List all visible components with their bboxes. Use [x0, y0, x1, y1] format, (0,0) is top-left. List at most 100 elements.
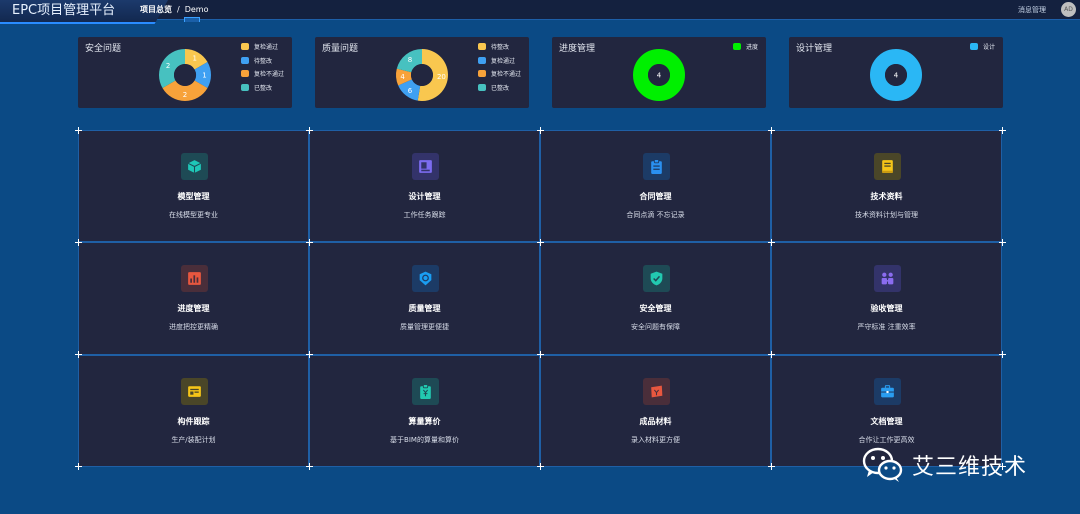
chart-legend: 设计: [969, 40, 995, 54]
chart-legend: 待整改复检通过复检不通过已整改: [478, 40, 521, 94]
legend-item[interactable]: 复检通过: [478, 54, 521, 68]
donut-value-label: 20: [437, 73, 446, 81]
grid-corner-marker: [305, 351, 313, 359]
quality-badge-icon: [412, 265, 439, 293]
donut-value-label: 4: [894, 72, 899, 80]
module-title: 验收管理: [870, 304, 903, 314]
donut-center: [411, 64, 433, 86]
module-grid: 模型管理 在线模型更专业 设计管理 工作任务跟踪 合同管理 合同点滴 不忘记录 技术资料 技术…: [74, 126, 1006, 471]
legend-swatch: [478, 56, 486, 64]
module-tile[interactable]: 安全管理 安全问题有保障: [540, 242, 771, 355]
legend-swatch: [241, 56, 249, 64]
module-tile[interactable]: 进度管理进度把控更精确: [78, 242, 309, 355]
grid-corner-marker: [767, 463, 775, 471]
module-title: 成品材料: [639, 416, 672, 426]
grid-corner-marker: [767, 126, 775, 134]
module-description: 工作任务跟踪: [403, 211, 446, 219]
module-description: 基于BIM的算量和算价: [390, 435, 459, 444]
donut-value-label: 1: [193, 55, 197, 63]
legend-item[interactable]: 待整改: [241, 54, 284, 68]
legend-label: 设计: [982, 44, 995, 52]
legend-swatch: [732, 43, 741, 51]
cube-icon: [181, 153, 208, 180]
grid-corner-marker: [536, 351, 544, 359]
module-tile[interactable]: 成品材料 录入材料更方便: [540, 354, 771, 467]
donut-value-label: 1: [202, 72, 206, 80]
grid-corner-marker: [998, 126, 1006, 134]
legend-item[interactable]: 复检不通过: [241, 67, 284, 81]
legend-swatch: [241, 83, 249, 91]
wechat-logo-icon: [862, 447, 903, 482]
grid-corner-marker: [74, 463, 82, 471]
legend-label: 复检通过: [491, 57, 516, 65]
module-title: 安全管理: [639, 304, 672, 314]
avatar[interactable]: AD: [1061, 2, 1076, 17]
legend-item[interactable]: 已整改: [241, 81, 284, 95]
module-title: 质量管理: [408, 304, 441, 314]
breadcrumb: 项目总览 / Demo: [140, 4, 208, 15]
grid-corner-marker: [74, 351, 82, 359]
donut-center: [174, 64, 196, 86]
stat-card[interactable]: 安全问题 1 1 2 2 复检通过 待整改 复检不通过 已整改: [78, 37, 292, 108]
module-description: 在线模型更专业: [169, 211, 218, 219]
grid-corner-marker: [536, 463, 544, 471]
grid-corner-marker: [767, 351, 775, 359]
grid-corner-marker: [536, 126, 544, 134]
stat-card[interactable]: 质量问题 20 6 4 8 待整改 复检通过 复检不通过 已整改: [315, 37, 529, 108]
legend-item[interactable]: 进度: [732, 40, 758, 54]
module-description: 质量管理更便捷: [400, 323, 449, 332]
legend-item[interactable]: 复检通过: [241, 40, 284, 54]
clipboard-icon: [643, 153, 670, 180]
module-description: 生产/装配计划: [171, 435, 216, 444]
legend-label: 已整改: [254, 84, 273, 92]
grid-corner-marker: [305, 463, 313, 471]
donut-value-label: 2: [183, 91, 187, 99]
legend-label: 待整改: [491, 44, 510, 52]
grid-corner-marker: [767, 238, 775, 246]
breadcrumb-active-indicator: [184, 17, 200, 22]
legend-item[interactable]: 待整改: [478, 40, 521, 54]
module-title: 文档管理: [870, 416, 903, 426]
breadcrumb-item-overview[interactable]: 项目总览: [140, 5, 172, 14]
legend-swatch: [241, 70, 249, 78]
module-tile[interactable]: 设计管理工作任务跟踪: [309, 130, 540, 243]
legend-swatch: [478, 43, 486, 51]
material-ticket-icon: [643, 377, 670, 405]
module-title: 模型管理: [177, 192, 210, 201]
price-tag-icon: [412, 377, 439, 405]
donut-value-label: 8: [408, 56, 412, 64]
legend-swatch: [241, 43, 249, 51]
donut-value-label: 4: [400, 73, 405, 81]
module-tile[interactable]: 合同管理 合同点滴 不忘记录: [540, 130, 771, 243]
module-tile[interactable]: 验收管理 严守标准 注重效率: [771, 242, 1002, 355]
grid-corner-marker: [74, 126, 82, 134]
legend-item[interactable]: 设计: [969, 40, 995, 54]
donut-value-label: 4: [657, 72, 662, 80]
module-description: 进度把控更精确: [169, 323, 218, 332]
legend-swatch: [969, 43, 978, 51]
chart-legend: 进度: [732, 40, 758, 54]
module-title: 算量算价: [408, 416, 441, 426]
stat-card[interactable]: 设计管理 4 设计: [789, 37, 1003, 108]
module-tile[interactable]: 技术资料 技术资料计划与管理: [771, 130, 1002, 243]
module-tile[interactable]: 模型管理在线模型更专业: [78, 130, 309, 243]
legend-label: 复检不通过: [491, 71, 522, 79]
module-tile[interactable]: 构件跟踪 生产/装配计划: [78, 354, 309, 467]
module-title: 进度管理: [177, 304, 210, 314]
messages-link[interactable]: 消息管理: [1018, 5, 1046, 15]
legend-item[interactable]: 已整改: [478, 81, 521, 95]
legend-label: 待整改: [254, 57, 273, 65]
design-board-icon: [412, 153, 439, 180]
grid-corner-marker: [305, 238, 313, 246]
legend-item[interactable]: 复检不通过: [478, 67, 521, 81]
module-description: 技术资料计划与管理: [855, 211, 918, 219]
legend-label: 进度: [745, 44, 758, 52]
legend-swatch: [478, 83, 486, 91]
module-title: 设计管理: [408, 192, 441, 201]
module-tile[interactable]: 质量管理质量管理更便捷: [309, 242, 540, 355]
book-icon: [874, 153, 901, 180]
progress-chart-icon: [181, 265, 208, 293]
stat-card[interactable]: 进度管理 4 进度: [552, 37, 766, 108]
module-tile[interactable]: 算量算价基于BIM的算量和算价: [309, 354, 540, 467]
shield-check-icon: [643, 265, 670, 293]
